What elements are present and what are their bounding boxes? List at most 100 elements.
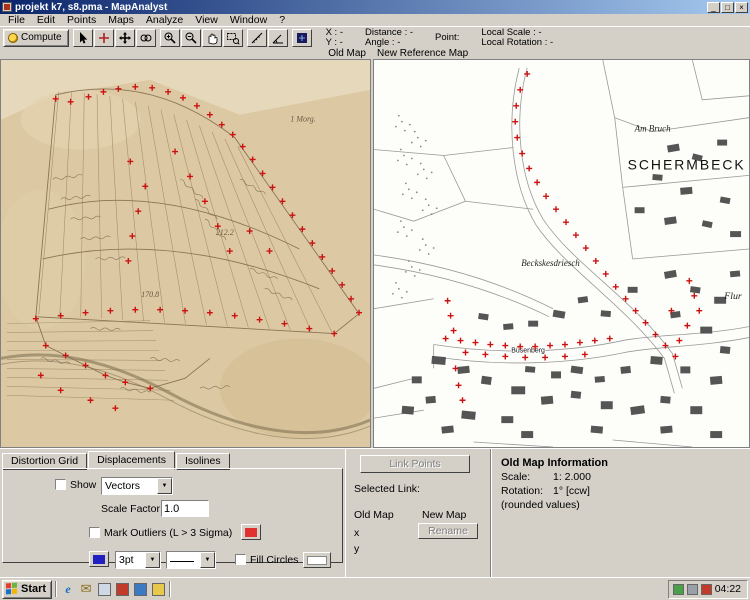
svg-text:212.2: 212.2 — [216, 228, 234, 237]
zoom-window-tool-button[interactable] — [223, 29, 243, 47]
angle-readout: Angle : - — [365, 38, 413, 48]
dark-map-icon — [295, 31, 309, 45]
menu-window[interactable]: Window — [224, 14, 273, 27]
internet-explorer-icon[interactable]: e — [60, 581, 76, 597]
rounded-values-note: (rounded values) — [501, 499, 580, 511]
line-style-dropdown[interactable]: ▼ — [166, 551, 216, 569]
line-width-value: 3pt — [116, 552, 145, 568]
fill-circles-checkbox[interactable] — [235, 554, 246, 565]
start-label: Start — [21, 583, 46, 595]
tray-icon-network[interactable] — [673, 584, 684, 595]
point-cross-icon — [97, 31, 111, 45]
outlier-color-button[interactable] — [241, 524, 261, 540]
vector-type-value: Vectors — [102, 478, 157, 494]
pan-tool-button[interactable] — [202, 29, 222, 47]
chevron-down-icon: ▼ — [145, 552, 160, 568]
menu-file[interactable]: File — [2, 14, 31, 27]
link-section: Link Points Selected Link: Old Map New M… — [345, 449, 490, 577]
new-map-column-label: New Map — [422, 509, 466, 521]
fill-circle-color-button[interactable] — [303, 552, 331, 568]
taskbar-divider — [169, 581, 171, 597]
mail-icon[interactable]: ✉ — [78, 581, 94, 597]
distance-angle-readout: Distance : - Angle : - — [365, 28, 413, 48]
menu-bar: File Edit Points Maps Analyze View Windo… — [0, 14, 750, 27]
vector-color-button[interactable] — [89, 551, 109, 567]
chain-link-icon — [139, 31, 153, 45]
map-header-row: Old Map New Reference Map — [0, 48, 750, 59]
old-map-panel[interactable]: 1 Morg.212.2170.8 — [0, 59, 371, 448]
displacements-tab-body: Show Vectors ▼ Scale Factor Mark Outlier… — [2, 468, 343, 563]
rename-button[interactable]: Rename — [418, 523, 478, 539]
coordinate-readouts: X : - Y : - Distance : - Angle : - Point… — [326, 28, 554, 48]
show-checkbox[interactable] — [55, 479, 66, 490]
scale-label: Scale: — [501, 471, 553, 483]
angle-tool-button[interactable] — [268, 29, 288, 47]
link-points-tool-button[interactable] — [136, 29, 156, 47]
title-bar: projekt k7, s8.pma - MapAnalyst _ □ × — [0, 0, 750, 14]
zoom-in-tool-button[interactable] — [160, 29, 180, 47]
maximize-button[interactable]: □ — [721, 2, 734, 13]
svg-text:170.8: 170.8 — [141, 290, 159, 299]
label-beckskesdriesch: Beckskesdriesch — [521, 258, 580, 268]
menu-points[interactable]: Points — [61, 14, 102, 27]
pointer-tool-button[interactable] — [73, 29, 93, 47]
distance-tool-button[interactable] — [247, 29, 267, 47]
map-tool-group — [292, 29, 312, 47]
taskbar-clock[interactable]: 04:22 — [715, 583, 741, 595]
display-options-section: Distortion Grid Displacements Isolines S… — [0, 449, 345, 577]
toolbar: Compute X : - Y : - D — [0, 27, 750, 48]
mark-outliers-checkbox[interactable] — [89, 527, 100, 538]
taskbar-divider — [55, 581, 57, 597]
zoom-out-icon — [184, 31, 198, 45]
tray-icon-volume[interactable] — [687, 584, 698, 595]
menu-edit[interactable]: Edit — [31, 14, 61, 27]
menu-help[interactable]: ? — [273, 14, 291, 27]
map-area: 1 Morg.212.2170.8 — [0, 59, 750, 448]
pointer-icon — [76, 31, 90, 45]
zoom-tool-group — [160, 29, 243, 47]
folder-icon[interactable] — [150, 581, 166, 597]
x-row-label: x — [354, 527, 359, 539]
fill-circle-color-swatch — [307, 556, 327, 565]
mapanalyst-quick-launch-icon[interactable] — [114, 581, 130, 597]
xy-readout: X : - Y : - — [326, 28, 343, 48]
close-button[interactable]: × — [735, 2, 748, 13]
label-flur: Flur — [723, 291, 742, 302]
start-button[interactable]: Start — [2, 580, 52, 599]
menu-maps[interactable]: Maps — [102, 14, 140, 27]
vector-type-dropdown[interactable]: Vectors ▼ — [101, 477, 173, 495]
link-points-button[interactable]: Link Points — [360, 455, 470, 473]
menu-view[interactable]: View — [189, 14, 224, 27]
scale-factor-input[interactable] — [161, 500, 209, 517]
move-point-tool-button[interactable] — [115, 29, 135, 47]
chevron-down-icon: ▼ — [157, 478, 172, 494]
local-scale-rotation-readout: Local Scale : - Local Rotation : - — [481, 28, 553, 48]
zoom-out-tool-button[interactable] — [181, 29, 201, 47]
zoom-rectangle-icon — [226, 31, 240, 45]
old-map-information-title: Old Map Information — [501, 457, 608, 469]
show-desktop-icon[interactable] — [96, 581, 112, 597]
label-am-bruch: Am Bruch — [634, 124, 672, 134]
line-width-dropdown[interactable]: 3pt ▼ — [115, 551, 161, 569]
media-player-icon[interactable] — [132, 581, 148, 597]
minimize-button[interactable]: _ — [707, 2, 720, 13]
map-display-tool-button[interactable] — [292, 29, 312, 47]
pointer-tool-group — [73, 29, 156, 47]
old-map-header: Old Map — [0, 48, 371, 59]
local-scale-readout: Local Scale : - — [481, 28, 553, 38]
scale-value: 1: 2.000 — [553, 471, 591, 483]
outlier-color-swatch — [245, 528, 257, 537]
set-point-tool-button[interactable] — [94, 29, 114, 47]
menu-analyze[interactable]: Analyze — [140, 14, 189, 27]
compute-label: Compute — [21, 32, 62, 43]
new-map-panel[interactable]: Am Bruch SCHERMBECK Beckskesdriesch Büse… — [373, 59, 750, 448]
tray-icon-mapanalyst[interactable] — [701, 584, 712, 595]
hand-icon — [205, 31, 219, 45]
compute-button[interactable]: Compute — [3, 29, 69, 47]
app-icon — [2, 2, 12, 12]
x-readout: X : - — [326, 28, 343, 38]
rotation-label: Rotation: — [501, 485, 553, 497]
line-style-preview-wrap — [167, 552, 200, 568]
ruler-icon — [250, 31, 264, 45]
vector-color-swatch — [93, 555, 105, 564]
